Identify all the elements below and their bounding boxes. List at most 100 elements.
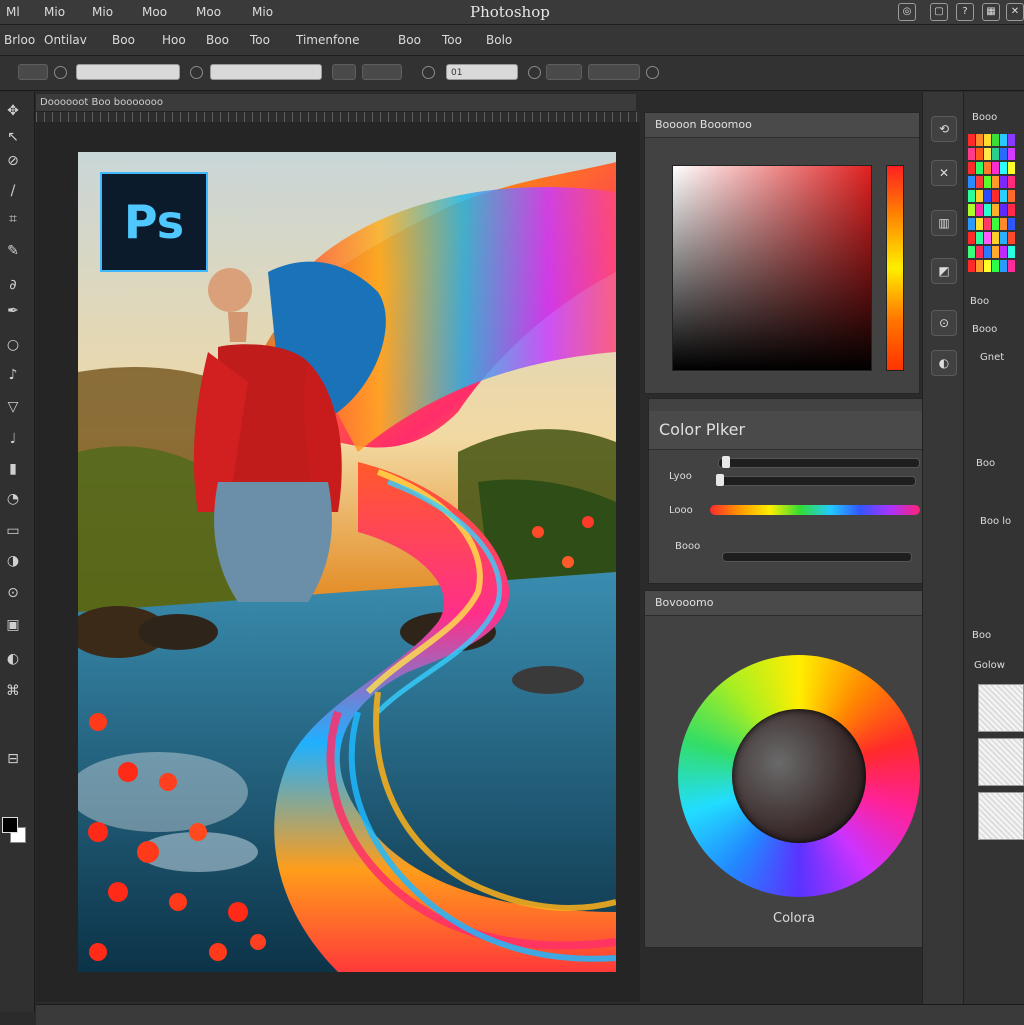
artwork-canvas[interactable] [78,152,616,972]
option-field[interactable] [332,64,356,80]
option-radio-icon[interactable] [646,66,659,79]
menu-item[interactable]: Boo [112,33,135,47]
color-wheel[interactable] [678,655,920,897]
slider-track[interactable] [716,476,916,486]
ellipse-tool-icon[interactable]: ○ [3,336,23,354]
menu-item[interactable]: Too [442,33,462,47]
healing-tool-icon[interactable]: ✎ [3,242,23,260]
channels-icon[interactable]: ◩ [931,258,957,284]
quick-select-icon[interactable]: ⊘ [3,152,23,170]
brush-tool-icon[interactable]: / [3,182,23,200]
adjust-icon[interactable]: ✕ [931,160,957,186]
panel-title: Boooon Booomoo [645,113,919,138]
hue-slider[interactable] [886,165,904,371]
right-panel-label[interactable]: Boo [976,458,1024,469]
right-panel-label[interactable]: Boo lo [980,516,1024,527]
lasso-tool-icon[interactable]: ↖ [3,128,23,146]
path-tool-icon[interactable]: ◔ [3,490,23,508]
frame-tool-icon[interactable]: ⊟ [3,750,23,768]
minimize-icon[interactable]: ◎ [898,3,916,21]
option-field[interactable] [362,64,402,80]
swatch-grid[interactable] [968,134,1020,284]
hand-tool-icon[interactable]: ◑ [3,552,23,570]
option-field[interactable] [588,64,640,80]
zoom-tool-icon[interactable]: ⊙ [3,584,23,602]
swatch-grid-graphic [968,134,1015,272]
wheel-label: Colora [773,911,815,926]
note-tool-icon[interactable]: ▣ [3,616,23,634]
option-field[interactable] [18,64,48,80]
saturation-brightness-field[interactable] [672,165,872,371]
eyedropper-tool-icon[interactable]: ◐ [3,650,23,668]
move-tool-icon[interactable]: ✥ [3,102,23,120]
right-panel-label[interactable]: Golow [974,660,1024,671]
menu-item[interactable]: Boo [398,33,421,47]
artwork-image [78,152,616,972]
option-radio-icon[interactable] [422,66,435,79]
history-icon[interactable]: ⟲ [931,116,957,142]
menu-item[interactable]: Too [250,33,270,47]
options-bar: 01 [0,56,1024,91]
restore-icon[interactable]: ▢ [930,3,948,21]
foreground-color-swatch[interactable] [2,817,18,833]
panel-title: Bovooomo [645,591,951,616]
layers-icon[interactable]: ▥ [931,210,957,236]
shape-tool-icon[interactable]: ▭ [3,522,23,540]
eraser-tool-icon[interactable]: ∂ [3,276,23,294]
dodge-tool-icon[interactable]: ♩ [3,430,23,448]
option-field[interactable] [76,64,180,80]
paths-icon[interactable]: ⊙ [931,310,957,336]
horizontal-ruler [36,112,640,122]
app-title: Photoshop [470,3,550,21]
right-panel-label[interactable]: Booo [972,324,1024,335]
stamp-tool-icon[interactable]: ♪ [3,366,23,384]
slider-track[interactable] [718,458,920,468]
row-label: Looo [669,505,693,516]
option-field[interactable] [210,64,322,80]
menu-item[interactable]: Boo [206,33,229,47]
option-field[interactable]: 01 [446,64,518,80]
menu-item[interactable]: Brloo [4,33,35,47]
close-icon[interactable]: ✕ [1006,3,1024,21]
menu-item[interactable]: Hoo [162,33,186,47]
menu-item[interactable]: Mio [44,5,65,19]
panel-icon-strip: ⟲ ✕ ▥ ◩ ⊙ ◐ [922,92,964,1012]
slider-handle[interactable] [716,474,724,486]
pattern-swatch[interactable] [978,738,1024,786]
option-radio-icon[interactable] [54,66,67,79]
menu-item[interactable]: Ontilav [44,33,87,47]
menu-item[interactable]: Bolo [486,33,512,47]
option-radio-icon[interactable] [190,66,203,79]
color-wheel-center[interactable] [732,709,866,843]
menu-item[interactable]: Moo [196,5,221,19]
status-bar [36,1004,1024,1025]
right-panel-label[interactable]: Gnet [980,352,1024,363]
pen-tool-icon[interactable]: ✒ [3,302,23,320]
tools-panel: ✥ ↖ ⊘ / ⌗ ✎ ∂ ✒ ○ ♪ ▽ ♩ ▮ ◔ ▭ ◑ ⊙ ▣ ◐ ⌘ … [0,92,35,1012]
crop-tool-icon[interactable]: ⌗ [3,210,23,228]
ps-logo: Ps [100,172,208,272]
menu-item[interactable]: Mio [92,5,113,19]
menu-item[interactable]: Mio [252,5,273,19]
right-panel-label[interactable]: Boo [972,630,1024,641]
pattern-swatch[interactable] [978,684,1024,732]
menu-item[interactable]: Timenfone [296,33,360,47]
option-radio-icon[interactable] [528,66,541,79]
right-panel-label[interactable]: Boo [970,296,1024,307]
grid-icon[interactable]: ▦ [982,3,1000,21]
menu-item[interactable]: Ml [6,5,20,19]
row-label: Booo [675,541,701,552]
option-field[interactable] [546,64,582,80]
menu-item[interactable]: Moo [142,5,167,19]
document-tab[interactable]: Doooooot Boo booooooo [36,94,636,112]
slider-handle[interactable] [722,456,730,468]
gradient-tool-icon[interactable]: ▽ [3,398,23,416]
hue-spectrum-slider[interactable] [710,505,920,515]
pattern-swatch[interactable] [978,792,1024,840]
slider-track[interactable] [722,552,912,562]
help-icon[interactable]: ? [956,3,974,21]
info-icon[interactable]: ◐ [931,350,957,376]
ruler-tool-icon[interactable]: ⌘ [3,682,23,700]
secondary-menu-bar: Brloo Ontilav Boo Hoo Boo Too Timenfone … [0,25,1024,56]
type-tool-icon[interactable]: ▮ [3,460,23,478]
